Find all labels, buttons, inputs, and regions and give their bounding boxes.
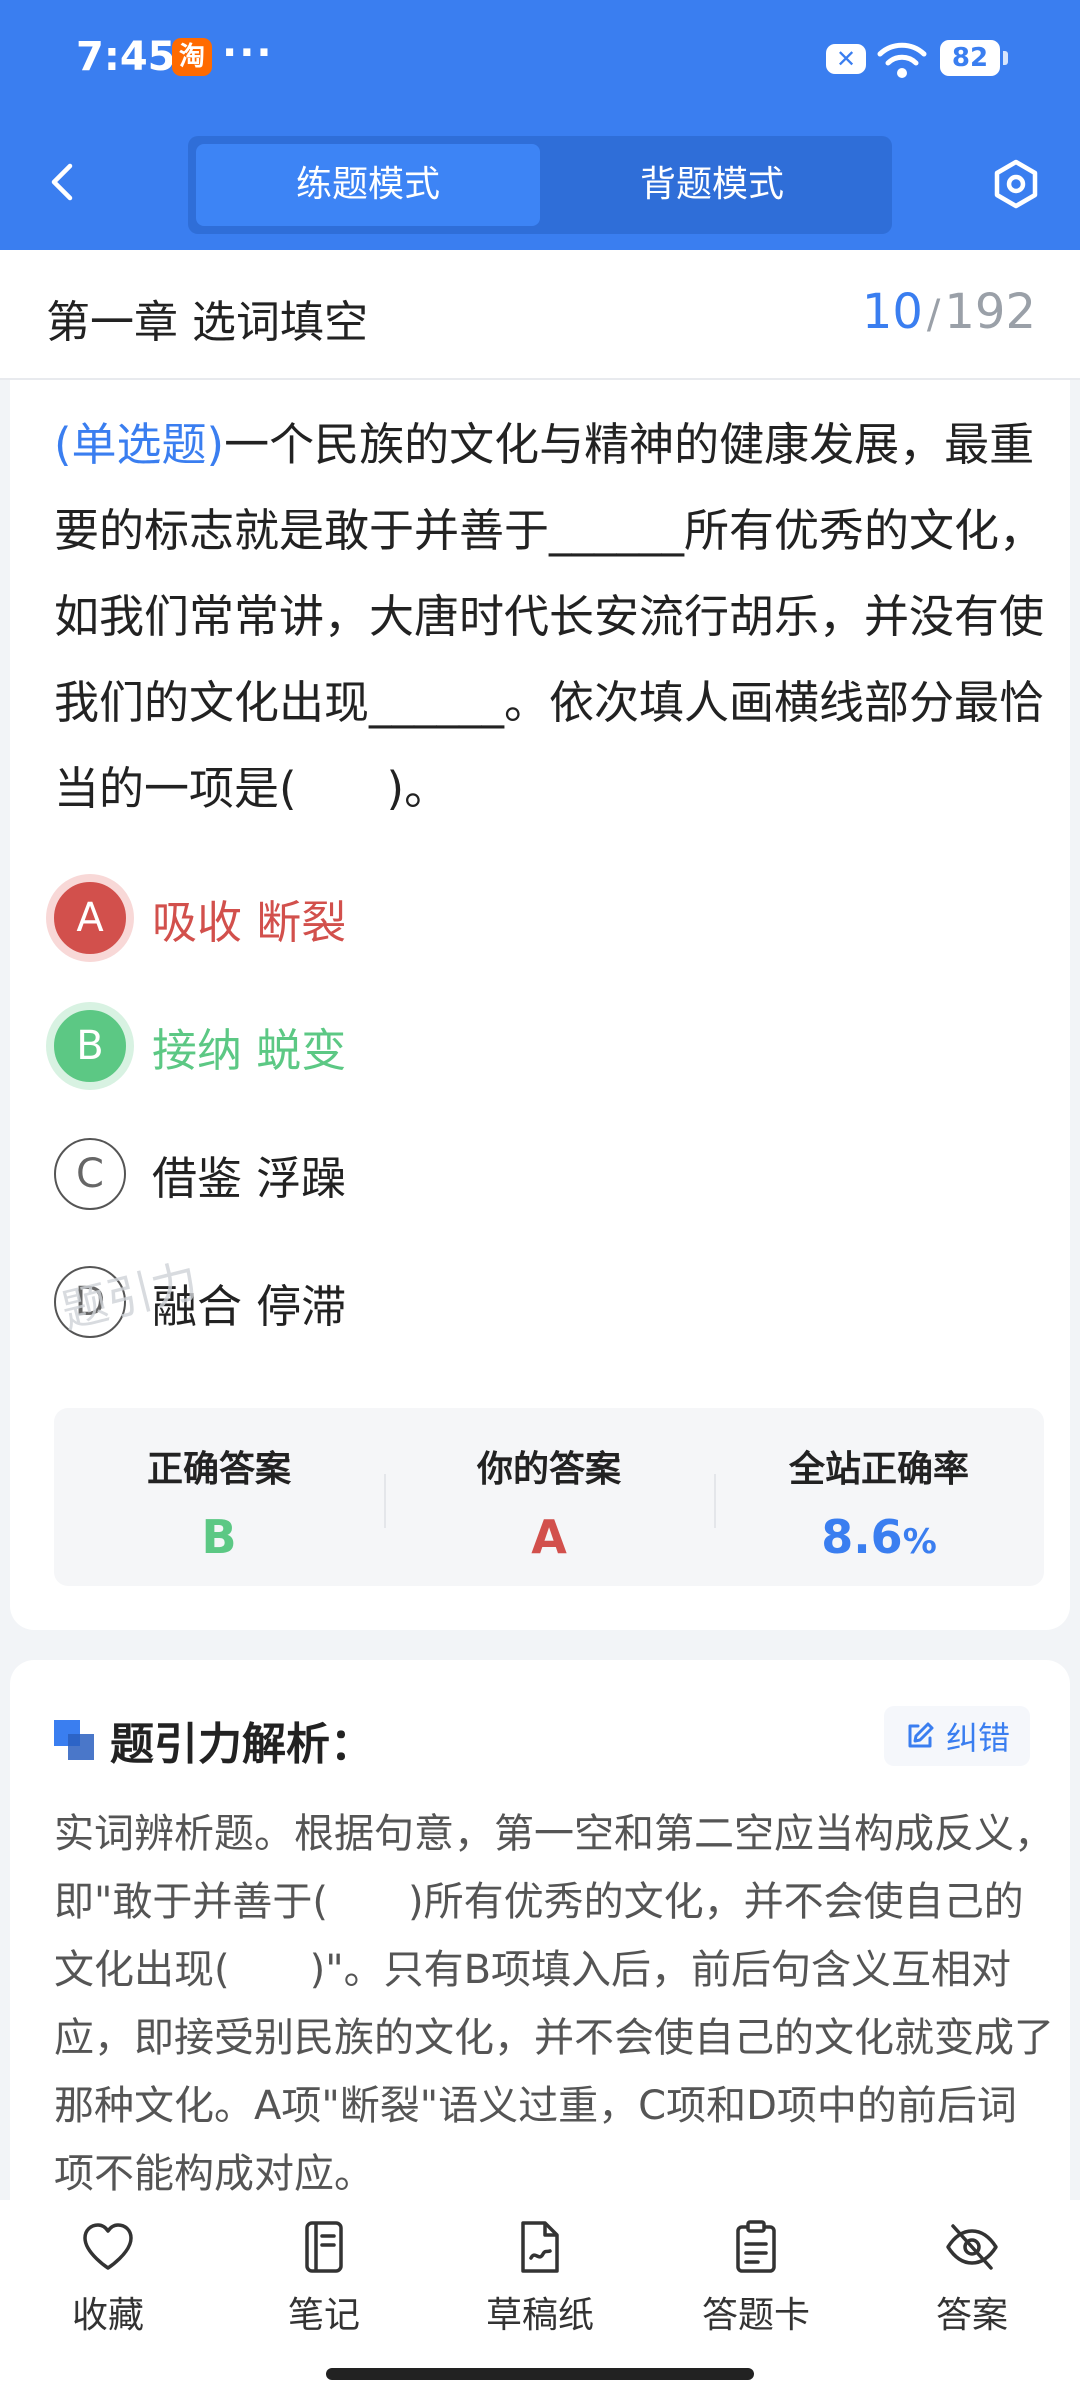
option-a[interactable]: A 吸收 断裂 [54,870,954,966]
option-text: 吸收 断裂 [152,895,347,949]
option-letter: C [54,1138,126,1210]
question-body: 一个民族的文化与精神的健康发展，最重要的标志就是敢于并善于______所有优秀的… [54,418,1045,815]
status-time: 7:45 [76,34,176,80]
back-arrow-icon[interactable] [40,158,88,206]
stat-label: 全站正确率 [788,1449,969,1490]
total-question-count: 192 [944,284,1036,340]
nav-label: 草稿纸 [485,2295,594,2336]
eye-off-icon [946,2224,998,2270]
question-type: (单选题) [54,418,225,471]
rate-unit: % [902,1522,937,1562]
mode-toggle: 练题模式 背题模式 [188,136,892,234]
nav-favorite[interactable]: 收藏 [0,2218,216,2338]
correct-answer-value: B [201,1510,237,1564]
analysis-header: 题引力解析： [54,1708,374,1772]
option-letter: A [54,882,126,954]
rate-number: 8.6 [821,1510,903,1564]
analysis-title: 题引力解析： [110,1719,374,1770]
wifi-icon [877,42,927,78]
stat-label: 正确答案 [146,1449,291,1490]
settings-icon[interactable] [990,158,1042,210]
accuracy-rate-value: 8.6% [714,1510,1044,1564]
more-notifications-icon: ··· [222,30,274,76]
stat-correct-answer: 正确答案 B [54,1408,384,1586]
bottom-toolbar: 收藏 笔记 草稿纸 答题卡 答案 [0,2200,1080,2400]
report-error-label: 纠错 [945,1719,1010,1757]
stat-label: 你的答案 [476,1449,621,1490]
nav-answer-sheet[interactable]: 答题卡 [648,2218,864,2338]
taobao-app-icon: 淘 [172,38,212,76]
analysis-text: 实词辨析题。根据句意，第一空和第二空应当构成反义，即"敢于并善于( )所有优秀的… [54,1811,1054,2197]
chapter-title: 第一章 选词填空 [46,297,368,348]
your-answer-value: A [531,1510,567,1564]
tab-practice-mode[interactable]: 练题模式 [196,144,540,226]
stat-your-answer: 你的答案 A [384,1408,714,1586]
option-text: 借鉴 浮躁 [152,1151,347,1205]
heart-icon [83,2223,133,2270]
chapter-bar: 第一章 选词填空 10/192 [0,250,1080,380]
current-question-number: 10 [861,284,923,340]
report-error-button[interactable]: 纠错 [883,1706,1030,1766]
answer-stats: 正确答案 B 你的答案 A 全站正确率 8.6% [54,1408,1044,1586]
question-stem: (单选题)一个民族的文化与精神的健康发展，最重要的标志就是敢于并善于______… [54,402,1054,832]
option-b[interactable]: B 接纳 蜕变 [54,998,954,1094]
analysis-logo-icon [54,1720,94,1760]
nav-label: 笔记 [287,2295,360,2336]
option-letter: B [54,1010,126,1082]
option-text: 接纳 蜕变 [152,1023,347,1077]
answer-sheet-icon [736,2220,776,2273]
question-progress: 10/192 [862,284,1036,340]
notebook-icon [305,2221,343,2273]
battery-icon: 82 [940,40,1008,76]
stat-accuracy-rate: 全站正确率 8.6% [714,1408,1044,1586]
analysis-card: 题引力解析： 纠错 实词辨析题。根据句意，第一空和第二空应当构成反义，即"敢于并… [10,1660,1070,2220]
nav-label: 答案 [935,2295,1008,2336]
nav-answer[interactable]: 答案 [864,2218,1080,2338]
nav-notes[interactable]: 笔记 [216,2218,432,2338]
status-bar: 7:45 淘 ··· ✕ 82 [0,0,1080,120]
question-card: (单选题)一个民族的文化与精神的健康发展，最重要的标志就是敢于并善于______… [10,380,1070,1630]
edit-icon [908,1722,934,1748]
nav-label: 收藏 [71,2295,144,2336]
nav-draft-paper[interactable]: 草稿纸 [432,2218,648,2338]
nav-label: 答题卡 [701,2295,810,2336]
app-header: 7:45 淘 ··· ✕ 82 练题模式 背题模式 [0,0,1080,250]
option-c[interactable]: C 借鉴 浮躁 [54,1126,954,1222]
no-sim-icon: ✕ [826,44,866,74]
home-indicator[interactable] [326,2368,754,2380]
progress-separator: / [926,292,941,338]
tab-memorize-mode[interactable]: 背题模式 [540,144,884,226]
draft-paper-icon [521,2221,559,2273]
